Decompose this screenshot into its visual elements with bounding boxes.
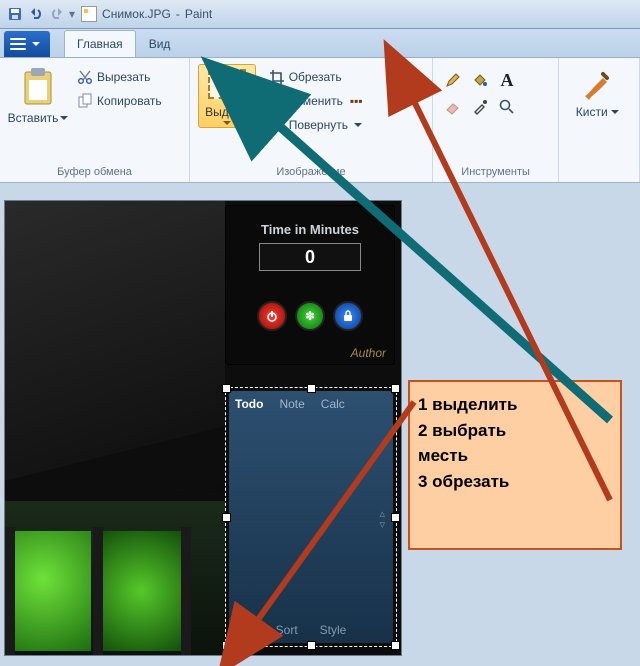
selection-box[interactable]: Todo Note Calc ▵▿ Sort Style — [225, 387, 397, 647]
rotate-label: Повернуть — [289, 118, 348, 132]
cut-button[interactable]: Вырезать — [74, 66, 165, 88]
tab-view[interactable]: Вид — [136, 30, 184, 57]
undo-icon[interactable] — [27, 5, 45, 23]
quick-access-toolbar: ▾ — [6, 5, 75, 23]
annotation-line4: 3 обрезать — [418, 469, 610, 495]
author-label: Author — [351, 346, 386, 360]
paste-label: Вставить — [8, 111, 59, 125]
chevron-down-icon — [611, 110, 619, 114]
fill-tool[interactable] — [468, 68, 492, 92]
title-filename: Снимок.JPG — [102, 7, 171, 21]
selection-rect-icon — [208, 69, 246, 99]
star-icon: ✽ — [295, 301, 325, 331]
group-tools-title: Инструменты — [441, 166, 550, 180]
copy-label: Копировать — [97, 94, 162, 108]
annotation-box: 1 выделить 2 выбрать месть 3 обрезать — [408, 380, 622, 550]
file-menu-button[interactable] — [4, 31, 50, 57]
chevron-down-icon — [60, 116, 68, 120]
group-clipboard-title: Буфер обмена — [8, 166, 181, 180]
annotation-line3: месть — [418, 443, 610, 469]
select-label: Выдели — [205, 105, 249, 119]
scroll-arrows-icon: ▵▿ — [379, 509, 385, 531]
note-widget: Todo Note Calc ▵▿ Sort Style — [229, 391, 393, 643]
paste-button[interactable]: Вставить — [8, 62, 68, 125]
rotate-button[interactable]: Повернуть — [266, 114, 366, 136]
pencil-tool[interactable] — [441, 68, 465, 92]
brush-icon — [579, 66, 615, 102]
cut-label: Вырезать — [97, 70, 150, 84]
ribbon: Вставить Вырезать Копировать Буфер обмен… — [0, 58, 640, 183]
copy-button[interactable]: Копировать — [74, 90, 165, 112]
photo-content — [5, 201, 225, 655]
chevron-down-icon — [223, 121, 231, 125]
note-sort: Sort — [276, 623, 298, 637]
resize-button[interactable]: Изменить ▪▪▪ — [266, 90, 366, 112]
document-icon — [81, 6, 97, 22]
timer-widget: Time in Minutes 0 ✽ Author — [225, 205, 395, 365]
redo-icon[interactable] — [48, 5, 66, 23]
menu-icon — [10, 38, 26, 50]
select-button[interactable]: Выдели — [198, 64, 256, 128]
group-image-title: Изображение — [198, 166, 424, 180]
title-appname: Paint — [185, 7, 212, 21]
note-tab-calc: Calc — [321, 397, 345, 411]
canvas[interactable]: Time in Minutes 0 ✽ Author Todo Note Cal… — [4, 200, 402, 656]
timer-title: Time in Minutes — [226, 222, 394, 237]
note-tab-note: Note — [279, 397, 304, 411]
tab-view-label: Вид — [149, 37, 171, 51]
text-tool[interactable]: A — [495, 68, 519, 92]
tab-home-label: Главная — [77, 37, 123, 51]
note-tab-todo: Todo — [235, 397, 263, 411]
chevron-down-icon — [354, 123, 362, 127]
resize-icon — [269, 93, 285, 109]
chevron-down-icon — [32, 42, 40, 46]
magnifier-tool[interactable] — [495, 95, 519, 119]
title-bar: ▾ Снимок.JPG - Paint — [0, 0, 640, 29]
power-icon — [257, 301, 287, 331]
eraser-tool[interactable] — [441, 95, 465, 119]
window-title: Снимок.JPG - Paint — [81, 6, 212, 22]
annotation-line1: 1 выделить — [418, 392, 610, 418]
brushes-button[interactable]: Кисти — [567, 62, 627, 119]
crop-button[interactable]: Обрезать — [266, 66, 366, 88]
crop-icon — [269, 69, 285, 85]
clipboard-icon — [21, 66, 55, 108]
annotation-line2: 2 выбрать — [418, 418, 610, 444]
crop-label: Обрезать — [289, 70, 342, 84]
scissors-icon — [77, 69, 93, 85]
brushes-label: Кисти — [576, 105, 608, 119]
tab-home[interactable]: Главная — [64, 30, 136, 57]
copy-icon — [77, 93, 93, 109]
timer-value: 0 — [259, 243, 361, 271]
save-icon[interactable] — [6, 5, 24, 23]
note-style: Style — [320, 623, 347, 637]
color-picker-tool[interactable] — [468, 95, 492, 119]
resize-label: Изменить — [289, 94, 343, 108]
lock-icon — [333, 301, 363, 331]
rotate-icon — [269, 117, 285, 133]
